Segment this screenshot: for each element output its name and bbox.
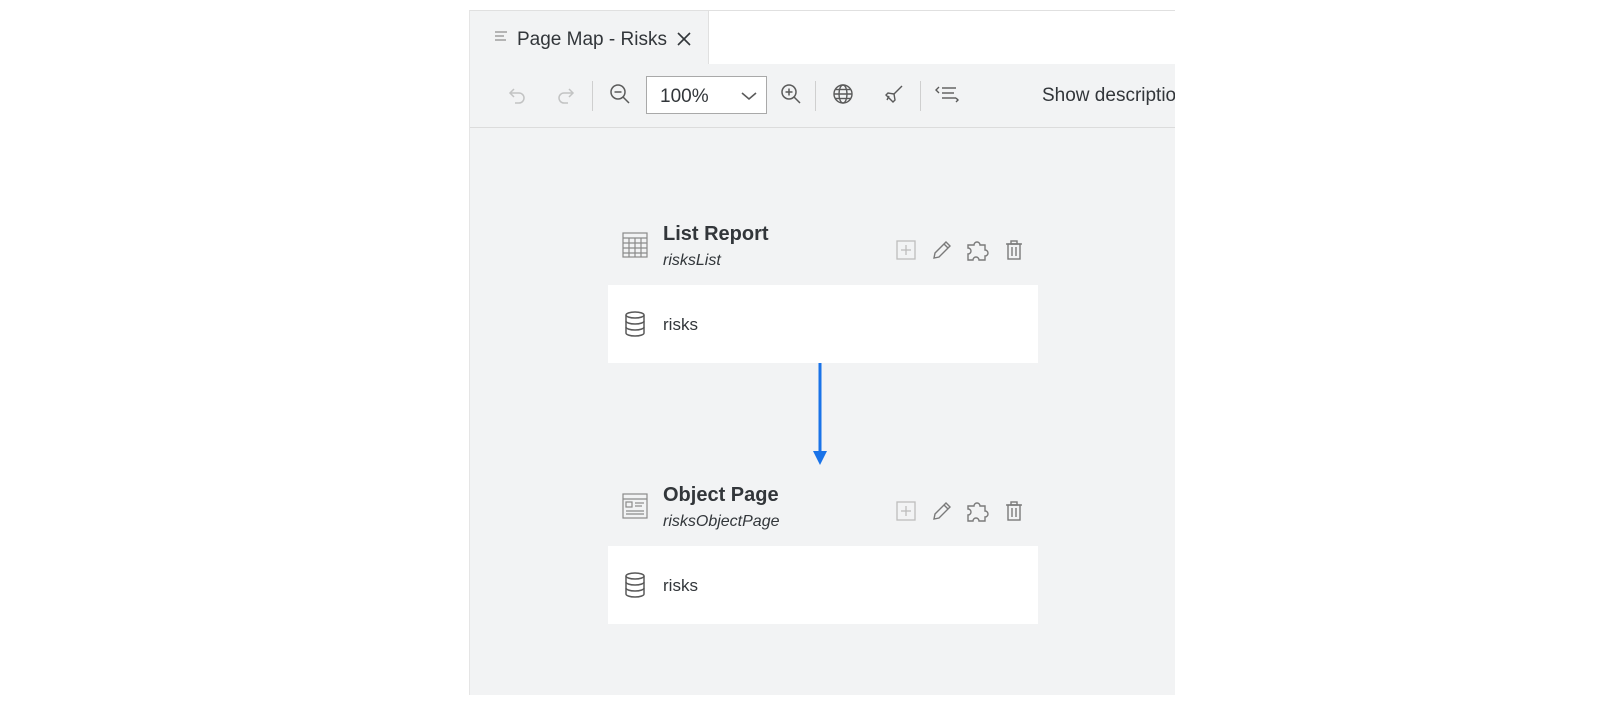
zoom-select[interactable]: 100% bbox=[646, 76, 767, 114]
add-button[interactable] bbox=[892, 238, 920, 266]
entity-label: risks bbox=[663, 315, 698, 334]
puzzle-icon bbox=[965, 498, 991, 529]
chevron-down-icon bbox=[740, 89, 758, 107]
edit-button[interactable] bbox=[928, 499, 956, 527]
table-view-icon bbox=[622, 232, 648, 263]
object-page-icon bbox=[622, 493, 648, 524]
database-icon bbox=[624, 311, 646, 342]
page-card-list-report[interactable]: List Report risksList risks bbox=[608, 205, 1038, 363]
tab-bar: Page Map - Risks bbox=[470, 11, 1175, 65]
trash-icon bbox=[1004, 500, 1024, 527]
add-box-icon bbox=[895, 239, 917, 266]
zoom-in-button[interactable] bbox=[775, 80, 807, 112]
trash-icon bbox=[1004, 239, 1024, 266]
zoom-in-icon bbox=[780, 83, 802, 110]
toolbar-divider bbox=[920, 81, 921, 111]
page-id-label: risksObjectPage bbox=[663, 513, 780, 530]
globe-icon bbox=[832, 83, 854, 110]
clean-up-button[interactable] bbox=[878, 80, 910, 112]
database-icon bbox=[624, 572, 646, 603]
globe-button[interactable] bbox=[827, 80, 859, 112]
undo-button[interactable] bbox=[501, 80, 533, 112]
page-map-editor: Page Map - Risks 100% Show descriptio Li… bbox=[469, 10, 1175, 695]
zoom-out-button[interactable] bbox=[604, 80, 636, 112]
add-box-icon bbox=[895, 500, 917, 527]
puzzle-icon bbox=[965, 237, 991, 268]
extension-button[interactable] bbox=[964, 238, 992, 266]
toolbar-divider bbox=[592, 81, 593, 111]
pencil-icon bbox=[931, 239, 953, 266]
text-layout-icon bbox=[934, 83, 960, 110]
page-type-label: List Report bbox=[663, 223, 769, 245]
edit-button[interactable] bbox=[928, 238, 956, 266]
redo-button[interactable] bbox=[550, 80, 582, 112]
navigation-arrow bbox=[812, 363, 828, 472]
page-entity-row: risks bbox=[608, 546, 1038, 624]
page-card-header: Object Page risksObjectPage bbox=[608, 466, 1038, 546]
document-lines-icon bbox=[494, 30, 508, 49]
page-type-label: Object Page bbox=[663, 484, 779, 506]
close-icon[interactable] bbox=[676, 31, 692, 52]
toolbar-divider bbox=[815, 81, 816, 111]
delete-button[interactable] bbox=[1000, 499, 1028, 527]
tab-label: Page Map - Risks bbox=[517, 29, 667, 50]
zoom-out-icon bbox=[609, 83, 631, 110]
undo-icon bbox=[506, 83, 528, 110]
show-descriptions-toggle[interactable]: Show descriptio bbox=[1042, 85, 1175, 107]
layout-button[interactable] bbox=[931, 80, 963, 112]
pencil-icon bbox=[931, 500, 953, 527]
broom-icon bbox=[883, 83, 905, 110]
page-card-object-page[interactable]: Object Page risksObjectPage risks bbox=[608, 466, 1038, 624]
toolbar: 100% Show descriptio bbox=[470, 64, 1175, 128]
add-button[interactable] bbox=[892, 499, 920, 527]
page-card-header: List Report risksList bbox=[608, 205, 1038, 285]
delete-button[interactable] bbox=[1000, 238, 1028, 266]
redo-icon bbox=[555, 83, 577, 110]
page-entity-row: risks bbox=[608, 285, 1038, 363]
tab-page-map-risks[interactable]: Page Map - Risks bbox=[470, 11, 709, 64]
zoom-value: 100% bbox=[660, 86, 709, 107]
page-id-label: risksList bbox=[663, 252, 721, 269]
extension-button[interactable] bbox=[964, 499, 992, 527]
entity-label: risks bbox=[663, 576, 698, 595]
